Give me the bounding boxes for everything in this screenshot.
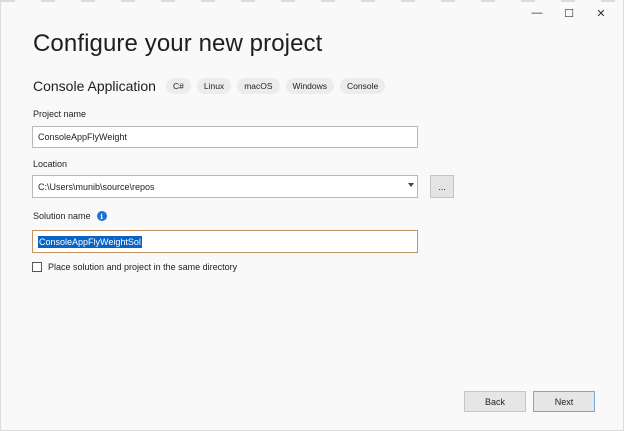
maximize-icon[interactable]: ☐: [553, 4, 585, 22]
template-name: Console Application: [33, 78, 156, 94]
back-button[interactable]: Back: [464, 391, 526, 412]
solution-name-value: ConsoleAppFlyWeightSol: [38, 235, 142, 248]
location-label: Location: [33, 159, 68, 169]
same-directory-option[interactable]: Place solution and project in the same d…: [32, 262, 237, 272]
solution-name-label-row: Solution name i: [33, 211, 107, 221]
tag-windows: Windows: [285, 78, 335, 94]
window-controls: — ☐ ✕: [521, 4, 617, 22]
next-button[interactable]: Next: [533, 391, 595, 412]
minimize-icon[interactable]: —: [521, 4, 553, 22]
location-value: C:\Users\munib\source\repos: [38, 181, 155, 192]
chevron-down-icon[interactable]: [408, 183, 414, 187]
template-summary: Console Application C# Linux macOS Windo…: [33, 78, 391, 94]
configure-project-window: — ☐ ✕ Configure your new project Console…: [0, 0, 624, 431]
project-name-label: Project name: [33, 109, 87, 119]
info-icon[interactable]: i: [96, 211, 107, 221]
tag-macos: macOS: [237, 78, 280, 94]
tag-linux: Linux: [196, 78, 232, 94]
tag-console: Console: [340, 78, 386, 94]
close-icon[interactable]: ✕: [585, 4, 617, 22]
page-title: Configure your new project: [33, 30, 323, 57]
tag-csharp: C#: [165, 78, 191, 94]
same-directory-label: Place solution and project in the same d…: [48, 262, 238, 272]
title-bar-strip: [1, 0, 623, 2]
location-combobox[interactable]: C:\Users\munib\source\repos: [32, 175, 418, 198]
project-name-value: ConsoleAppFlyWeight: [38, 132, 127, 142]
solution-name-input[interactable]: ConsoleAppFlyWeightSol: [32, 230, 418, 253]
project-name-input[interactable]: ConsoleAppFlyWeight: [32, 126, 418, 148]
browse-button[interactable]: ...: [430, 175, 454, 198]
solution-name-label: Solution name: [33, 211, 91, 221]
same-directory-checkbox[interactable]: [32, 262, 42, 272]
